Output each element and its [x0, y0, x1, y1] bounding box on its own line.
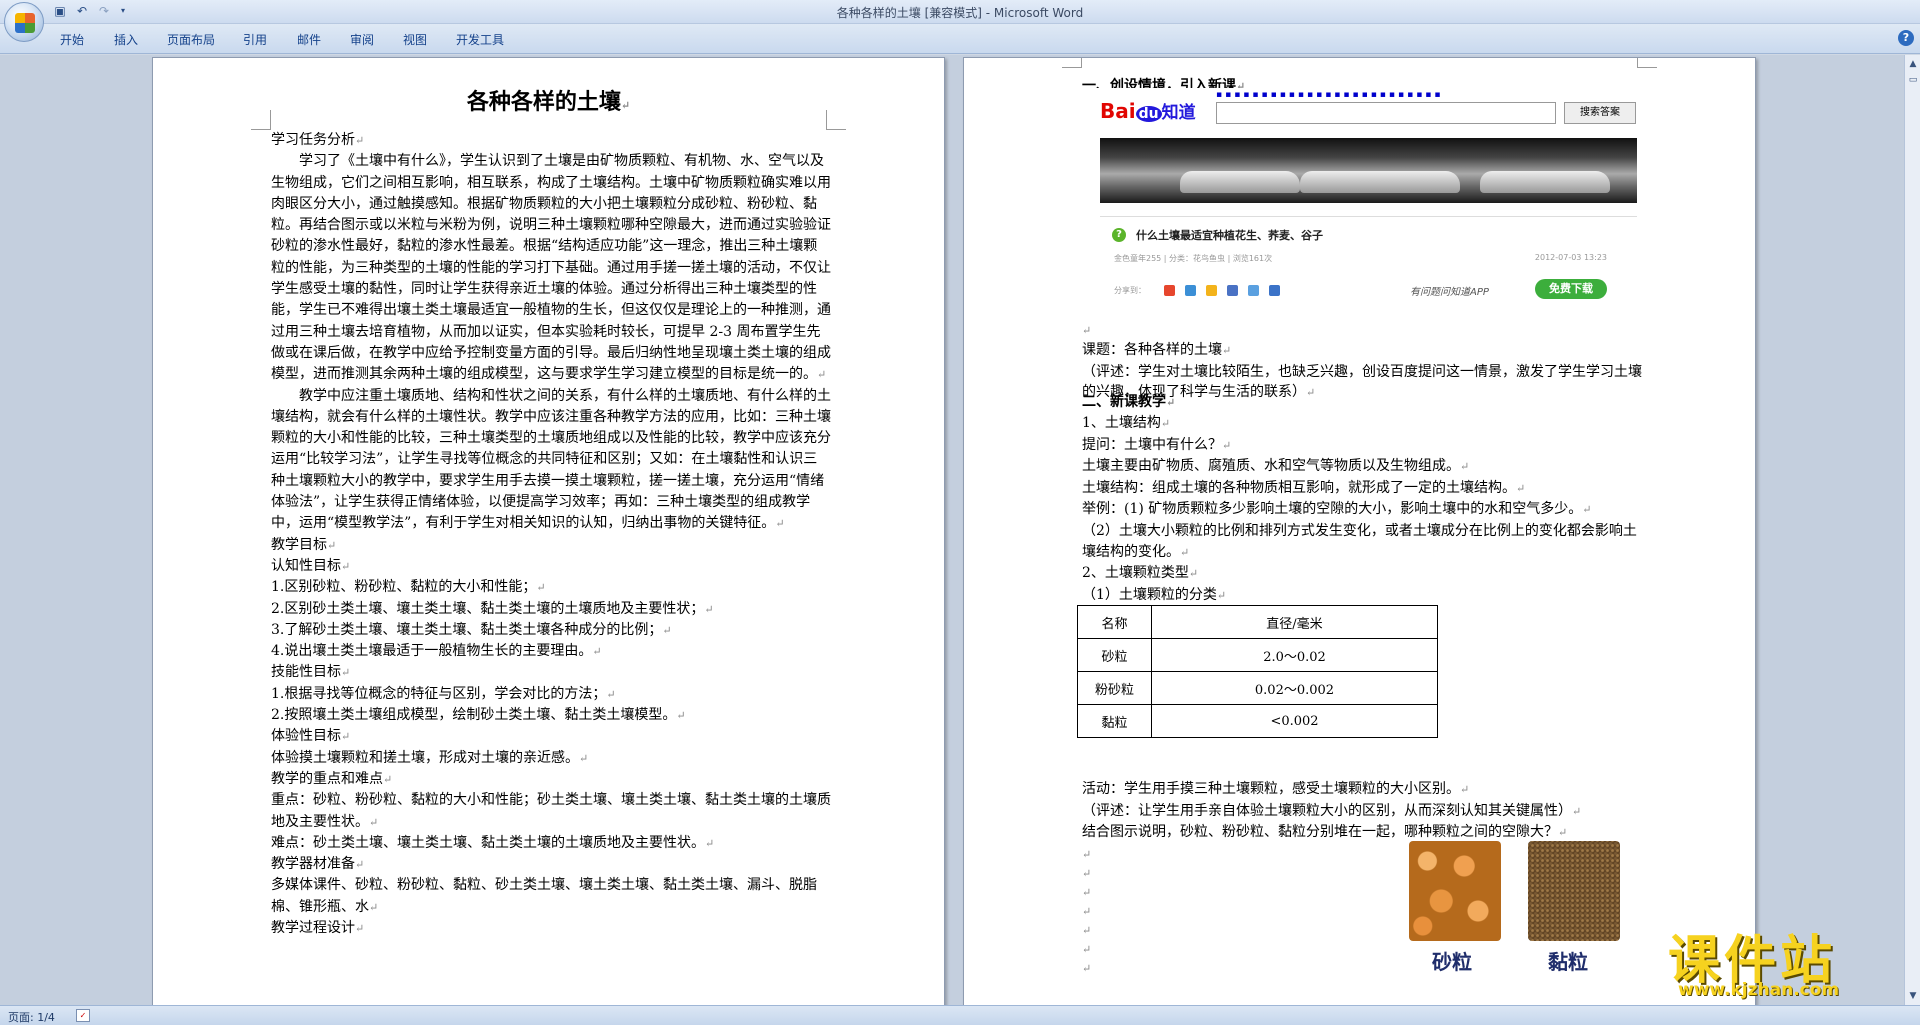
clay-grain-image [1528, 841, 1620, 941]
paragraph: 活动：学生用手摸三种土壤颗粒，感受土壤颗粒的大小区别。↵ [1082, 781, 1470, 797]
paragraph: 教学目标↵ [271, 536, 337, 553]
paragraph: 1、土壤结构↵ [1082, 415, 1171, 431]
paragraph: 举例：(1) 矿物质颗粒多少影响土壤的空隙的大小，影响土壤中的水和空气多少。↵ [1082, 501, 1592, 518]
status-bar: 页面: 1/4 ✓ [0, 1005, 1920, 1025]
title-bar: ▣ ↶ ↷ ▾ 各种各样的土壤 [兼容模式] - Microsoft Word [0, 0, 1920, 24]
baidu-question-card: ? 什么土壤最适宜种植花生、荞麦、谷子 金色童年255 | 分类：花鸟鱼虫 | … [1100, 216, 1637, 314]
right-section-text: 1、土壤结构↵ 提问：土壤中有什么？↵ 土壤主要由矿物质、腐殖质、水和空气等物质以及… [1082, 413, 1647, 606]
paragraph: 学习了《土壤中有什么》，学生认识到了土壤是由矿物质颗粒、有机物、水、空气以及生物… [271, 153, 831, 383]
baidu-screenshot: ▪▪▪▪▪▪▪▪▪▪▪▪▪▪▪▪▪▪▪▪▪▪▪▪▪ Bai du 知道 搜索答案 ?… [1096, 88, 1641, 318]
tab-view[interactable]: 视图 [403, 31, 427, 48]
paragraph: 2.按照壤土类土壤组成模型，绘制砂土类土壤、黏土类土壤模型。↵ [271, 707, 686, 724]
left-page-body: 学习任务分析↵ 学习了《土壤中有什么》，学生认识到了土壤是由矿物质颗粒、有机物、水… [271, 130, 831, 939]
paragraph: （2）土壤大小颗粒的比例和排列方式发生变化，或者土壤成分在比例上的变化都会影响土… [1082, 522, 1637, 560]
paragraph: 体验性目标↵ [271, 728, 351, 745]
tab-mailings[interactable]: 邮件 [297, 31, 321, 48]
paragraph: 多媒体课件、砂粒、粉砂粒、黏粒、砂土类土壤、壤土类土壤、黏土类土壤、漏斗、脱脂棉… [271, 877, 817, 915]
paragraph: 技能性目标↵ [271, 664, 351, 681]
table-cell: 粉砂粒 [1077, 671, 1152, 705]
baidu-search-button: 搜索答案 [1564, 102, 1636, 124]
document-workspace: 各种各样的土壤↵ 学习任务分析↵ 学习了《土壤中有什么》，学生认识到了土壤是由矿物… [0, 55, 1904, 1005]
paragraph: （评述：让学生用手亲自体验土壤颗粒大小的区别，从而深刻认知其关键属性）↵ [1082, 802, 1582, 819]
tab-insert[interactable]: 插入 [114, 31, 138, 48]
document-title: 各种各样的土壤↵ [466, 89, 631, 115]
paragraph: 2.区别砂土类土壤、壤土类土壤、黏土类土壤的土壤质地及主要性状；↵ [271, 600, 714, 617]
tab-references[interactable]: 引用 [243, 31, 267, 48]
watermark: 课件站 www.kjzhan.com [1668, 918, 1908, 1008]
paragraph: 重点：砂粒、粉砂粒、黏粒的大小和性能；砂土类土壤、壤土类土壤、黏土类土壤的土壤质… [271, 792, 831, 830]
table-header: 直径/毫米 [1151, 605, 1438, 639]
question-icon: ? [1112, 228, 1126, 242]
baidu-nav: ▪▪▪▪▪▪▪▪▪▪▪▪▪▪▪▪▪▪▪▪▪▪▪▪▪ [1216, 90, 1444, 100]
paragraph: 4.说出壤土类土壤最适于一般植物生长的主要理由。↵ [271, 643, 602, 660]
ribbon-tabs: 开始 插入 页面布局 引用 邮件 审阅 视图 开发工具 ? [0, 24, 1920, 54]
clay-label: 黏粒 [1548, 950, 1588, 974]
paragraph: 课题：各种各样的土壤↵ [1082, 342, 1232, 358]
mark-line: ↵ [1082, 324, 1092, 337]
tab-page-layout[interactable]: 页面布局 [167, 31, 215, 48]
office-logo-icon [15, 13, 35, 33]
watermark-url: www.kjzhan.com [1678, 980, 1840, 1000]
help-icon[interactable]: ? [1898, 30, 1914, 46]
heading-new-lesson: 二、新课教学↵ [1082, 394, 1176, 410]
question-meta: 金色童年255 | 分类：花鸟鱼虫 | 浏览161次 [1114, 254, 1273, 263]
office-button[interactable] [4, 2, 44, 42]
table-cell: 黏粒 [1077, 704, 1152, 738]
table-cell: 砂粒 [1077, 638, 1152, 672]
baidu-search-input [1216, 102, 1556, 124]
table-cell: 2.0～0.02 [1151, 638, 1438, 672]
baidu-logo: Bai du 知道 [1100, 99, 1196, 123]
tab-developer[interactable]: 开发工具 [456, 31, 504, 48]
scroll-up-icon[interactable]: ▲ [1906, 57, 1920, 71]
vertical-scrollbar[interactable]: ▲ ▭ ▼ [1904, 55, 1920, 1005]
paragraph: 体验摸土壤颗粒和搓土壤，形成对土壤的亲近感。↵ [271, 749, 589, 766]
app-promo: 有问题问知道APP [1410, 287, 1489, 298]
paragraph: 2、土壤颗粒类型↵ [1082, 565, 1199, 582]
tab-home[interactable]: 开始 [60, 31, 84, 48]
paragraph: 教学的重点和难点↵ [271, 770, 393, 787]
document-page-2[interactable]: 一、创设情境，引入新课↵ ▪▪▪▪▪▪▪▪▪▪▪▪▪▪▪▪▪▪▪▪▪▪▪▪▪ B… [963, 57, 1756, 1005]
soil-particle-table: 名称 直径/毫米 砂粒 2.0～0.02 粉砂粒 0.02～0.002 黏粒 <0.0… [1077, 605, 1438, 738]
question-title: 什么土壤最适宜种植花生、荞麦、谷子 [1136, 229, 1323, 242]
proofing-icon[interactable]: ✓ [76, 1009, 90, 1022]
table-cell: <0.002 [1151, 704, 1438, 738]
paragraph: 土壤主要由矿物质、腐殖质、水和空气等物质以及生物组成。↵ [1082, 458, 1470, 475]
margin-corner [1637, 58, 1657, 68]
sand-label: 砂粒 [1432, 950, 1472, 974]
paragraph: 3.了解砂土类土壤、壤土类土壤、黏土类土壤各种成分的比例；↵ [271, 621, 672, 638]
question-date: 2012-07-03 13:23 [1534, 253, 1607, 262]
sand-grain-image [1409, 841, 1501, 941]
download-button: 免费下载 [1535, 279, 1607, 299]
margin-corner [1062, 58, 1082, 68]
share-label: 分享到： [1114, 286, 1146, 295]
paragraph: 土壤结构：组成土壤的各种物质相互影响，就形成了一定的土壤结构。↵ [1082, 479, 1526, 496]
paragraph: 学习任务分析↵ [271, 132, 365, 148]
paragraph: 1.区别砂粒、粉砂粒、黏粒的大小和性能；↵ [271, 579, 546, 596]
paragraph: 教学过程设计↵ [271, 919, 365, 936]
paragraph: （1）土壤颗粒的分类↵ [1082, 586, 1227, 603]
window-title: 各种各样的土壤 [兼容模式] - Microsoft Word [836, 6, 1084, 20]
ruler-toggle-icon[interactable]: ▭ [1906, 73, 1920, 87]
paragraph: 教学中应注重土壤质地、结构和性状之间的关系，有什么样的土壤质地、有什么样的土壤结… [271, 387, 831, 532]
scroll-down-icon[interactable]: ▼ [1906, 989, 1920, 1003]
tab-review[interactable]: 审阅 [350, 31, 374, 48]
share-icons [1164, 285, 1280, 296]
paragraph: 提问：土壤中有什么？↵ [1082, 436, 1232, 453]
paragraph: 1.根据寻找等位概念的特征与区别，学会对比的方法；↵ [271, 685, 616, 702]
page-count[interactable]: 页面: 1/4 [8, 1009, 55, 1025]
paragraph: 教学器材准备↵ [271, 856, 365, 873]
table-header: 名称 [1077, 605, 1152, 639]
snow-cars-photo [1100, 138, 1637, 203]
document-page-1[interactable]: 各种各样的土壤↵ 学习任务分析↵ 学习了《土壤中有什么》，学生认识到了土壤是由矿物… [152, 57, 945, 1005]
paragraph: 难点：砂土类土壤、壤土类土壤、黏土类土壤的土壤质地及主要性状。↵ [271, 834, 715, 851]
paragraph: 认知性目标↵ [271, 557, 351, 574]
table-cell: 0.02～0.002 [1151, 671, 1438, 705]
